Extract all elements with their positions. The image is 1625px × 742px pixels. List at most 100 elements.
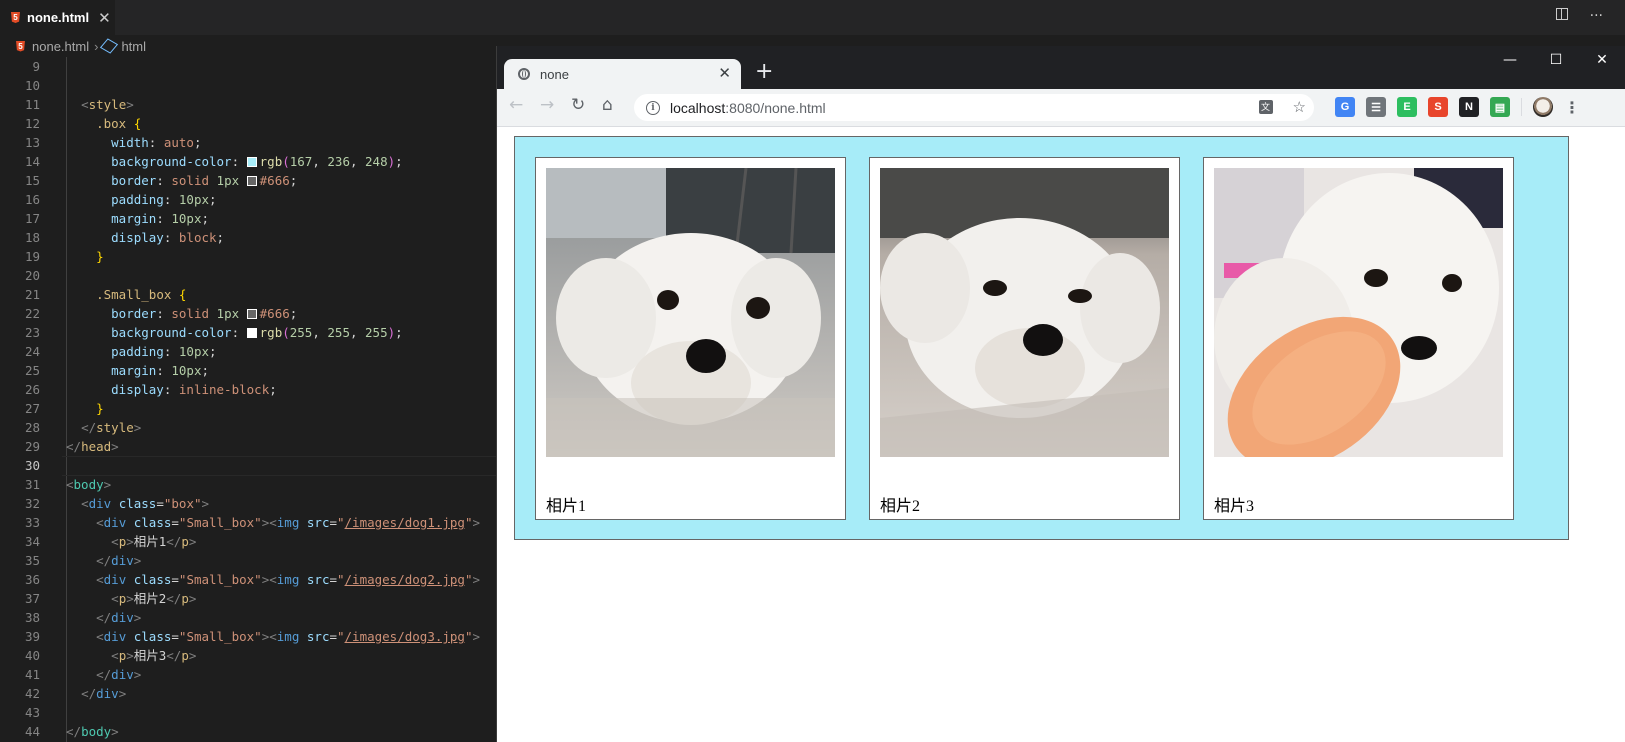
line-number: 26 [24, 382, 40, 397]
translate-icon[interactable]: 文 [1258, 100, 1273, 114]
code-line[interactable]: 40 <p>相片3</p> [0, 646, 497, 665]
code-line[interactable]: 13 width: auto; [0, 133, 497, 152]
code-line[interactable]: 32 <div class="box"> [0, 494, 497, 513]
code-text: <style> [81, 97, 134, 112]
code-line[interactable]: 29 </head> [0, 437, 497, 456]
line-number: 38 [24, 610, 40, 625]
browser-titlebar: none ✕ + — ☐ ✕ [497, 46, 1625, 89]
info-icon[interactable]: i [646, 100, 660, 115]
code-line[interactable]: 12 .box { [0, 114, 497, 133]
reload-icon[interactable]: ↻ [571, 95, 585, 115]
code-text: </body> [66, 724, 119, 739]
editor-tab-bar: 5 none.html ✕ ··· [0, 0, 1625, 35]
code-text: <div class="Small_box"><img src="/images… [96, 572, 481, 587]
line-number: 10 [24, 78, 40, 93]
code-line[interactable]: 34 <p>相片1</p> [0, 532, 497, 551]
code-text: border: solid 1px #666; [111, 306, 298, 321]
code-line[interactable]: 23 background-color: rgb(255, 255, 255); [0, 323, 497, 342]
translate-extension-icon[interactable]: G [1335, 97, 1355, 117]
code-text: <div class="box"> [81, 496, 210, 511]
code-line[interactable]: 36 <div class="Small_box"><img src="/ima… [0, 570, 497, 589]
code-line[interactable]: 17 margin: 10px; [0, 209, 497, 228]
editor-tab-none-html[interactable]: 5 none.html ✕ [0, 0, 115, 35]
line-number: 12 [24, 116, 40, 131]
line-number: 11 [24, 97, 40, 112]
page-viewport: 相片1 相片2 相片3 [497, 127, 1625, 742]
code-line[interactable]: 19 } [0, 247, 497, 266]
new-tab-icon[interactable]: + [755, 61, 773, 83]
dog-photo-1[interactable] [546, 168, 835, 457]
line-number: 28 [24, 420, 40, 435]
close-tab-icon[interactable]: ✕ [98, 9, 111, 27]
code-line[interactable]: 10 [0, 76, 497, 95]
code-line[interactable]: 18 display: block; [0, 228, 497, 247]
code-line[interactable]: 24 padding: 10px; [0, 342, 497, 361]
breadcrumb-symbol[interactable]: html [121, 39, 146, 54]
code-line[interactable]: 35 </div> [0, 551, 497, 570]
code-text: <div class="Small_box"><img src="/images… [96, 515, 481, 530]
code-line[interactable]: 41 </div> [0, 665, 497, 684]
code-line[interactable]: 25 margin: 10px; [0, 361, 497, 380]
profile-avatar[interactable] [1533, 97, 1553, 117]
code-line[interactable]: 9 [0, 57, 497, 76]
close-tab-icon[interactable]: ✕ [718, 64, 731, 82]
minimize-icon[interactable]: — [1487, 46, 1533, 74]
code-line[interactable]: 20 [0, 266, 497, 285]
code-line[interactable]: 39 <div class="Small_box"><img src="/ima… [0, 627, 497, 646]
line-number: 31 [24, 477, 40, 492]
home-icon[interactable]: ⌂ [602, 95, 613, 115]
evernote-extension-icon[interactable]: E [1397, 97, 1417, 117]
code-line[interactable]: 44 </body> [0, 722, 497, 741]
code-line[interactable]: 28 </style> [0, 418, 497, 437]
code-line[interactable]: 31 <body> [0, 475, 497, 494]
line-number: 40 [24, 648, 40, 663]
maximize-icon[interactable]: ☐ [1533, 46, 1579, 74]
s-extension-icon[interactable]: S [1428, 97, 1448, 117]
clipboard-extension-icon[interactable]: ▤ [1490, 97, 1510, 117]
line-number: 35 [24, 553, 40, 568]
code-text: </div> [96, 667, 142, 682]
code-line[interactable]: 14 background-color: rgb(167, 236, 248); [0, 152, 497, 171]
code-line[interactable]: 33 <div class="Small_box"><img src="/ima… [0, 513, 497, 532]
code-line[interactable]: 15 border: solid 1px #666; [0, 171, 497, 190]
code-text: <div class="Small_box"><img src="/images… [96, 629, 481, 644]
browser-tab[interactable]: none ✕ [504, 59, 741, 89]
dog-photo-2[interactable] [880, 168, 1169, 457]
code-line[interactable]: 11 <style> [0, 95, 497, 114]
line-number: 27 [24, 401, 40, 416]
browser-menu-icon[interactable]: ⋮ [1564, 98, 1580, 117]
code-line[interactable]: 22 border: solid 1px #666; [0, 304, 497, 323]
back-icon[interactable]: ← [509, 95, 523, 115]
code-editor[interactable]: 9 10 11 <style> 12 .box {13 width: auto; 14 … [0, 57, 497, 742]
line-number: 37 [24, 591, 40, 606]
code-line[interactable]: 37 <p>相片2</p> [0, 589, 497, 608]
split-editor-icon[interactable] [1555, 8, 1568, 20]
line-number: 34 [24, 534, 40, 549]
globe-icon [518, 68, 530, 80]
breadcrumb-file[interactable]: none.html [32, 39, 89, 54]
forward-icon[interactable]: → [540, 95, 554, 115]
code-line[interactable]: 38 </div> [0, 608, 497, 627]
code-line[interactable]: 16 padding: 10px; [0, 190, 497, 209]
code-line[interactable]: 43 [0, 703, 497, 722]
code-text: margin: 10px; [111, 211, 210, 226]
code-text: </style> [81, 420, 142, 435]
more-actions-icon[interactable]: ··· [1590, 8, 1603, 24]
photo-caption-3: 相片3 [1214, 498, 1255, 515]
bookmark-star-icon[interactable]: ☆ [1293, 98, 1306, 116]
code-text: </div> [81, 686, 127, 701]
code-line[interactable]: 30 [0, 456, 497, 476]
address-bar[interactable]: i localhost:8080/none.html 文 ☆ [634, 94, 1314, 121]
line-number: 36 [24, 572, 40, 587]
archive-extension-icon[interactable]: ☰ [1366, 97, 1386, 117]
notion-extension-icon[interactable]: N [1459, 97, 1479, 117]
line-number: 32 [24, 496, 40, 511]
code-text: } [96, 249, 104, 264]
close-window-icon[interactable]: ✕ [1579, 46, 1625, 74]
code-line[interactable]: 42 </div> [0, 684, 497, 703]
dog-photo-3[interactable] [1214, 168, 1503, 457]
line-number: 13 [24, 135, 40, 150]
code-line[interactable]: 27 } [0, 399, 497, 418]
code-line[interactable]: 26 display: inline-block; [0, 380, 497, 399]
code-line[interactable]: 21 .Small_box { [0, 285, 497, 304]
